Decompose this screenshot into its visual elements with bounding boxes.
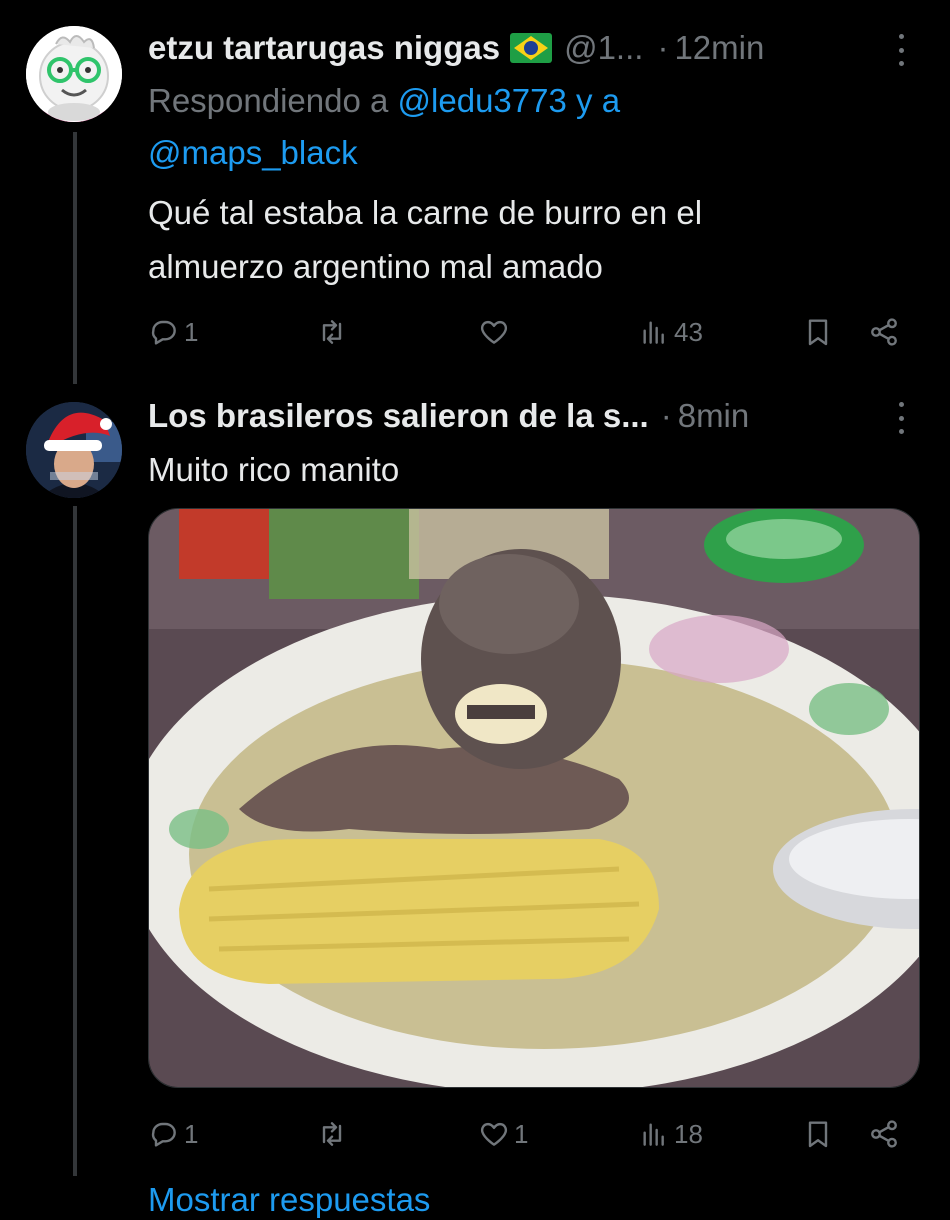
display-name[interactable]: etzu tartarugas niggas	[148, 29, 500, 67]
timestamp[interactable]: 12min	[674, 29, 764, 67]
reply-button[interactable]: 1	[148, 310, 198, 354]
display-name[interactable]: Los brasileros salieron de la s...	[148, 397, 649, 435]
soup-bowl-image	[149, 509, 919, 1087]
reply-count: 1	[184, 316, 199, 347]
avatar[interactable]	[26, 26, 122, 122]
view-count: 18	[674, 1118, 703, 1149]
repost-icon	[322, 320, 342, 344]
handle[interactable]: @1...	[564, 29, 643, 67]
like-count: 1	[514, 1118, 529, 1149]
bookmark-button[interactable]	[802, 1112, 834, 1156]
timestamp[interactable]: 8min	[678, 397, 750, 435]
show-replies-link[interactable]: Mostrar respuestas	[148, 1180, 430, 1220]
thread-line-1	[73, 132, 77, 384]
bookmark-button[interactable]	[802, 310, 834, 354]
action-bar: 1 43	[148, 310, 908, 354]
separator: ·	[660, 397, 672, 434]
views-button[interactable]: 18	[638, 1112, 703, 1156]
mention-link[interactable]: @ledu3773	[398, 82, 567, 119]
avatar-turtle-image	[26, 26, 122, 122]
views-icon	[643, 1123, 664, 1146]
thread-line-2	[73, 506, 77, 1176]
tweet-text-line: almuerzo argentino mal amado	[148, 248, 603, 285]
repost-icon	[322, 1122, 342, 1146]
reply-icon	[151, 1122, 176, 1147]
mention-link[interactable]: @maps_black	[148, 134, 358, 171]
repost-button[interactable]	[316, 310, 352, 354]
brazil-flag-icon	[510, 33, 553, 63]
replying-to: Respondiendo a @ledu3773 y a	[148, 74, 620, 128]
reply-count: 1	[184, 1118, 199, 1149]
views-button[interactable]: 43	[638, 310, 703, 354]
bookmark-icon	[808, 319, 828, 346]
avatar-santa-hat-image	[26, 402, 122, 498]
more-icon[interactable]	[886, 398, 916, 438]
like-button[interactable]	[478, 310, 514, 354]
tweet-text: Muito rico manito	[148, 443, 399, 497]
like-icon	[480, 320, 508, 344]
tweet-text-line: Qué tal estaba la carne de burro en el	[148, 194, 703, 231]
share-icon	[871, 1120, 897, 1148]
reply-icon	[151, 320, 176, 345]
share-button[interactable]	[868, 1112, 900, 1156]
share-icon	[871, 318, 897, 346]
like-icon	[480, 1122, 508, 1146]
avatar[interactable]	[26, 402, 122, 498]
view-count: 43	[674, 316, 703, 347]
tweet-text: Qué tal estaba la carne de burro en el a…	[148, 186, 702, 294]
bookmark-icon	[808, 1121, 828, 1148]
like-button[interactable]: 1	[478, 1112, 528, 1156]
tweet-photo[interactable]	[148, 508, 920, 1088]
replying-to-line2: @maps_black	[148, 126, 358, 180]
separator: ·	[657, 29, 669, 66]
action-bar: 1 1 18	[148, 1112, 908, 1156]
reply-header: etzu tartarugas niggas @1... · 12min	[148, 26, 764, 70]
share-button[interactable]	[868, 310, 900, 354]
more-icon[interactable]	[886, 30, 916, 70]
replying-join: y a	[576, 82, 621, 119]
reply-header: Los brasileros salieron de la s... · 8mi…	[148, 394, 749, 438]
views-icon	[643, 321, 664, 344]
tweet-text-line: Muito rico manito	[148, 451, 400, 488]
replying-prefix: Respondiendo a	[148, 82, 389, 119]
repost-button[interactable]	[316, 1112, 352, 1156]
reply-button[interactable]: 1	[148, 1112, 198, 1156]
